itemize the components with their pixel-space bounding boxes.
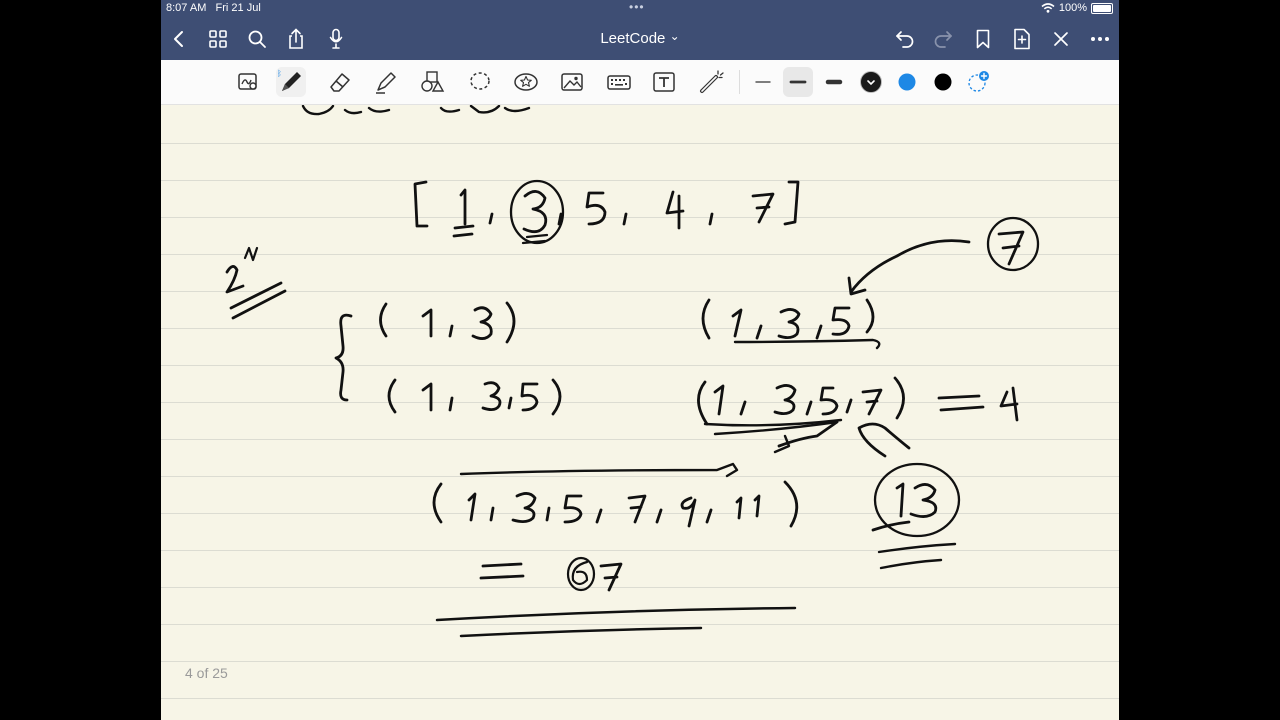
nav-bar: LeetCode ⌄ [161, 18, 1119, 60]
circled-thirteen-ink [871, 462, 961, 570]
highlighter-icon[interactable] [371, 67, 401, 97]
status-right: 100% [1041, 2, 1113, 14]
lasso-icon[interactable] [465, 67, 495, 97]
handwriting-canvas[interactable] [161, 105, 1119, 720]
close-icon[interactable] [1048, 26, 1074, 52]
battery-icon [1091, 2, 1113, 14]
svg-text:ᛒ: ᛒ [277, 69, 282, 78]
color-black-icon[interactable] [928, 67, 958, 97]
left-sets-ink [334, 301, 562, 416]
color-black-selected-icon[interactable] [856, 67, 886, 97]
array-ink [413, 179, 800, 245]
side-note-ink [225, 246, 287, 320]
color-blue-icon[interactable] [892, 67, 922, 97]
sticker-icon[interactable] [511, 67, 541, 97]
notebook-page[interactable] [161, 105, 1119, 720]
keyboard-icon[interactable] [604, 67, 634, 97]
undo-icon[interactable] [892, 26, 918, 52]
right-sets-ink [697, 298, 1019, 436]
title-chevron-down-icon[interactable]: ⌄ [670, 29, 680, 43]
shapes-icon[interactable] [417, 67, 447, 97]
battery-percent: 100% [1058, 2, 1087, 14]
toolbar-divider [739, 70, 740, 94]
ipad-screen: 8:07 AM Fri 21 Jul ••• 100% LeetCode ⌄ ᛒ… [161, 0, 1119, 720]
more-options-icon[interactable] [1087, 26, 1113, 52]
stroke-medium-icon[interactable] [783, 67, 813, 97]
stroke-thick-icon[interactable] [819, 67, 849, 97]
eraser-icon[interactable] [325, 67, 355, 97]
drawing-toolbar: ᛒ [161, 60, 1119, 105]
laser-pointer-icon[interactable] [696, 67, 726, 97]
image-icon[interactable] [557, 67, 587, 97]
redo-icon[interactable] [930, 26, 956, 52]
pen-icon[interactable]: ᛒ [276, 67, 306, 97]
circled-seven-ink [773, 216, 1040, 458]
long-set-ink [432, 462, 799, 638]
wifi-icon [1041, 3, 1055, 13]
text-icon[interactable] [649, 67, 679, 97]
multitasking-dots[interactable]: ••• [629, 0, 645, 14]
lasso-zoom-icon[interactable] [233, 67, 263, 97]
add-color-icon[interactable] [964, 67, 994, 97]
status-bar: 8:07 AM Fri 21 Jul ••• 100% [161, 0, 1119, 18]
status-time: 8:07 AM Fri 21 Jul [166, 2, 261, 14]
add-page-icon[interactable] [1009, 26, 1035, 52]
bookmark-icon[interactable] [970, 26, 996, 52]
stroke-thin-icon[interactable] [748, 67, 778, 97]
page-indicator: 4 of 25 [185, 665, 228, 681]
